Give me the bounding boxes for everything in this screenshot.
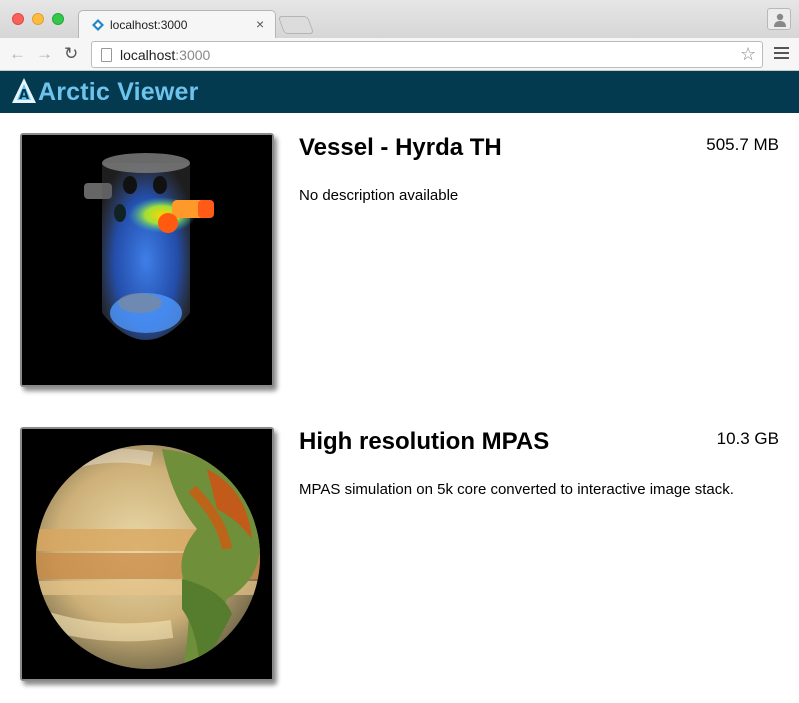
close-window-button[interactable] <box>12 13 24 25</box>
person-icon <box>774 13 786 27</box>
dataset-thumbnail[interactable] <box>20 427 274 681</box>
dataset-title[interactable]: Vessel - Hyrda TH <box>299 134 502 162</box>
arrow-left-icon[interactable]: ← <box>9 44 26 64</box>
vessel-thumbnail-image <box>22 135 272 385</box>
arrow-right-icon[interactable]: → <box>36 44 53 64</box>
hamburger-menu-icon[interactable] <box>774 47 789 62</box>
app-header: A Arctic Viewer <box>0 71 799 113</box>
mpas-thumbnail-image <box>22 429 272 679</box>
dataset-description: MPAS simulation on 5k core converted to … <box>299 481 734 498</box>
reload-icon[interactable]: ↻ <box>64 44 78 64</box>
address-bar[interactable]: localhost:3000 ☆ <box>91 41 763 68</box>
browser-tab[interactable]: localhost:3000 × <box>78 10 276 39</box>
app-title: Arctic Viewer <box>38 78 199 106</box>
address-url[interactable]: localhost:3000 <box>120 47 210 63</box>
dataset-title[interactable]: High resolution MPAS <box>299 428 549 456</box>
browser-toolbar: ← → ↻ localhost:3000 ☆ <box>0 38 799 71</box>
dataset-description: No description available <box>299 187 459 204</box>
arctic-logo-icon: A <box>12 78 36 103</box>
dataset-size: 10.3 GB <box>716 429 779 448</box>
new-tab-button[interactable] <box>277 16 315 34</box>
minimize-window-button[interactable] <box>32 13 44 25</box>
dataset-size: 505.7 MB <box>706 135 779 154</box>
maximize-window-button[interactable] <box>52 13 64 25</box>
browser-tab-bar: localhost:3000 × <box>0 0 799 39</box>
favicon-icon <box>92 19 104 31</box>
profile-button[interactable] <box>767 8 791 30</box>
tab-title: localhost:3000 <box>110 18 188 32</box>
dataset-thumbnail[interactable] <box>20 133 274 387</box>
svg-text:A: A <box>19 88 29 103</box>
star-icon[interactable]: ☆ <box>740 44 756 65</box>
tab-close-icon[interactable]: × <box>256 16 264 32</box>
page-icon <box>101 48 112 62</box>
